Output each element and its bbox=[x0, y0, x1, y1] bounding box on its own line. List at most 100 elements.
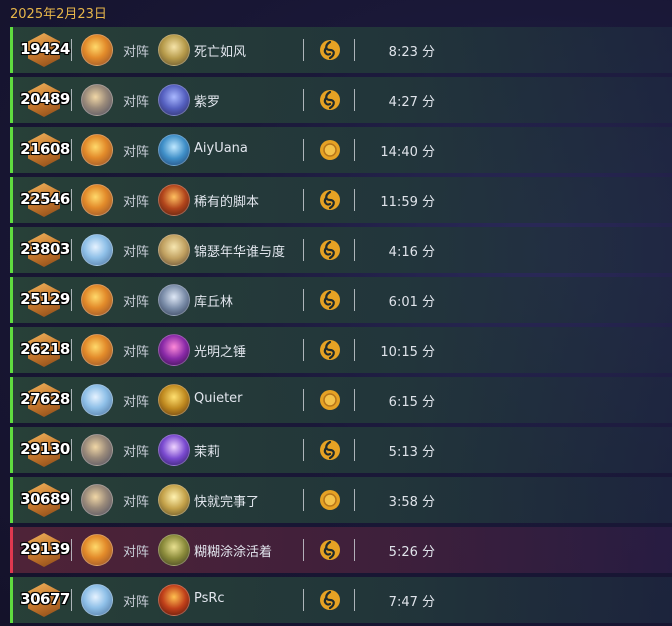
divider bbox=[71, 89, 72, 111]
match-row[interactable]: 22546 对阵 稀有的脚本 11:59 分 bbox=[10, 177, 672, 223]
opponent-name[interactable]: 死亡如风 bbox=[194, 41, 246, 60]
rank-value: 26218 bbox=[20, 340, 70, 358]
opponent-name[interactable]: 稀有的脚本 bbox=[194, 191, 259, 210]
divider bbox=[303, 389, 304, 411]
divider bbox=[354, 39, 355, 61]
divider bbox=[303, 489, 304, 511]
divider bbox=[354, 139, 355, 161]
match-row[interactable]: 30689 对阵 快就完事了 3:58 分 bbox=[10, 477, 672, 523]
rank-value: 27628 bbox=[20, 390, 70, 408]
divider bbox=[71, 189, 72, 211]
coin-icon bbox=[319, 389, 341, 411]
match-row[interactable]: 19424 对阵 死亡如风 8:23 分 bbox=[10, 27, 672, 73]
rank-value: 30689 bbox=[20, 490, 70, 508]
coin-icon bbox=[319, 139, 341, 161]
player-hero-avatar bbox=[81, 534, 113, 566]
match-duration: 5:13 分 bbox=[388, 445, 435, 460]
versus-label: 对阵 bbox=[123, 195, 150, 210]
divider bbox=[354, 539, 355, 561]
rank-value: 23803 bbox=[20, 240, 70, 258]
match-duration: 5:26 分 bbox=[388, 545, 435, 560]
divider bbox=[354, 189, 355, 211]
opponent-name[interactable]: 锦瑟年华谁与度 bbox=[194, 241, 285, 260]
opponent-avatar bbox=[158, 284, 190, 316]
opponent-name[interactable]: PsRc bbox=[194, 591, 225, 606]
divider bbox=[303, 339, 304, 361]
versus-label: 对阵 bbox=[123, 445, 150, 460]
match-duration: 14:40 分 bbox=[380, 145, 435, 160]
swirl-icon bbox=[319, 289, 341, 311]
coin-icon bbox=[319, 489, 341, 511]
opponent-avatar bbox=[158, 434, 190, 466]
versus-label: 对阵 bbox=[123, 545, 150, 560]
divider bbox=[354, 389, 355, 411]
match-row[interactable]: 23803 对阵 锦瑟年华谁与度 4:16 分 bbox=[10, 227, 672, 273]
opponent-name[interactable]: 糊糊涂涂活着 bbox=[194, 541, 272, 560]
player-hero-avatar bbox=[81, 284, 113, 316]
match-row[interactable]: 27628 对阵 Quieter 6:15 分 bbox=[10, 377, 672, 423]
opponent-avatar bbox=[158, 134, 190, 166]
match-row[interactable]: 25129 对阵 库丘林 6:01 分 bbox=[10, 277, 672, 323]
match-row[interactable]: 21608 对阵 AiyUana 14:40 分 bbox=[10, 127, 672, 173]
player-hero-avatar bbox=[81, 484, 113, 516]
opponent-name[interactable]: 快就完事了 bbox=[194, 491, 259, 510]
opponent-name[interactable]: Quieter bbox=[194, 391, 243, 406]
opponent-name[interactable]: 光明之锤 bbox=[194, 341, 246, 360]
divider bbox=[303, 39, 304, 61]
opponent-name[interactable]: 库丘林 bbox=[194, 291, 233, 310]
divider bbox=[303, 289, 304, 311]
opponent-name[interactable]: 紫罗 bbox=[194, 91, 220, 110]
rank-badge: 29130 bbox=[19, 432, 70, 468]
opponent-name[interactable]: 茉莉 bbox=[194, 441, 220, 460]
rank-badge: 26218 bbox=[19, 332, 70, 368]
divider bbox=[303, 189, 304, 211]
swirl-icon bbox=[319, 339, 341, 361]
divider bbox=[354, 239, 355, 261]
player-hero-avatar bbox=[81, 584, 113, 616]
match-duration: 6:01 分 bbox=[388, 295, 435, 310]
player-hero-avatar bbox=[81, 34, 113, 66]
player-hero-avatar bbox=[81, 134, 113, 166]
divider bbox=[71, 239, 72, 261]
divider bbox=[354, 589, 355, 611]
player-hero-avatar bbox=[81, 384, 113, 416]
date-header: 2025年2月23日 bbox=[10, 7, 107, 22]
rank-badge: 20489 bbox=[19, 82, 70, 118]
rank-value: 22546 bbox=[20, 190, 70, 208]
versus-label: 对阵 bbox=[123, 495, 150, 510]
opponent-avatar bbox=[158, 234, 190, 266]
match-row[interactable]: 30677 对阵 PsRc 7:47 分 bbox=[10, 577, 672, 623]
match-row[interactable]: 20489 对阵 紫罗 4:27 分 bbox=[10, 77, 672, 123]
rank-badge: 23803 bbox=[19, 232, 70, 268]
versus-label: 对阵 bbox=[123, 95, 150, 110]
versus-label: 对阵 bbox=[123, 395, 150, 410]
rank-value: 29139 bbox=[20, 540, 70, 558]
divider bbox=[303, 139, 304, 161]
match-duration: 3:58 分 bbox=[388, 495, 435, 510]
divider bbox=[71, 589, 72, 611]
player-hero-avatar bbox=[81, 84, 113, 116]
rank-badge: 29139 bbox=[19, 532, 70, 568]
opponent-name[interactable]: AiyUana bbox=[194, 141, 248, 156]
player-hero-avatar bbox=[81, 184, 113, 216]
match-row[interactable]: 26218 对阵 光明之锤 10:15 分 bbox=[10, 327, 672, 373]
divider bbox=[303, 589, 304, 611]
rank-value: 30677 bbox=[20, 590, 70, 608]
player-hero-avatar bbox=[81, 334, 113, 366]
opponent-avatar bbox=[158, 184, 190, 216]
rank-badge: 19424 bbox=[19, 32, 70, 68]
swirl-icon bbox=[319, 439, 341, 461]
divider bbox=[71, 139, 72, 161]
rank-value: 20489 bbox=[20, 90, 70, 108]
divider bbox=[71, 439, 72, 461]
versus-label: 对阵 bbox=[123, 345, 150, 360]
divider bbox=[354, 489, 355, 511]
swirl-icon bbox=[319, 89, 341, 111]
match-duration: 11:59 分 bbox=[380, 195, 435, 210]
match-duration: 10:15 分 bbox=[380, 345, 435, 360]
player-hero-avatar bbox=[81, 234, 113, 266]
match-row[interactable]: 29130 对阵 茉莉 5:13 分 bbox=[10, 427, 672, 473]
match-duration: 8:23 分 bbox=[388, 45, 435, 60]
opponent-avatar bbox=[158, 334, 190, 366]
match-row[interactable]: 29139 对阵 糊糊涂涂活着 5:26 分 bbox=[10, 527, 672, 573]
